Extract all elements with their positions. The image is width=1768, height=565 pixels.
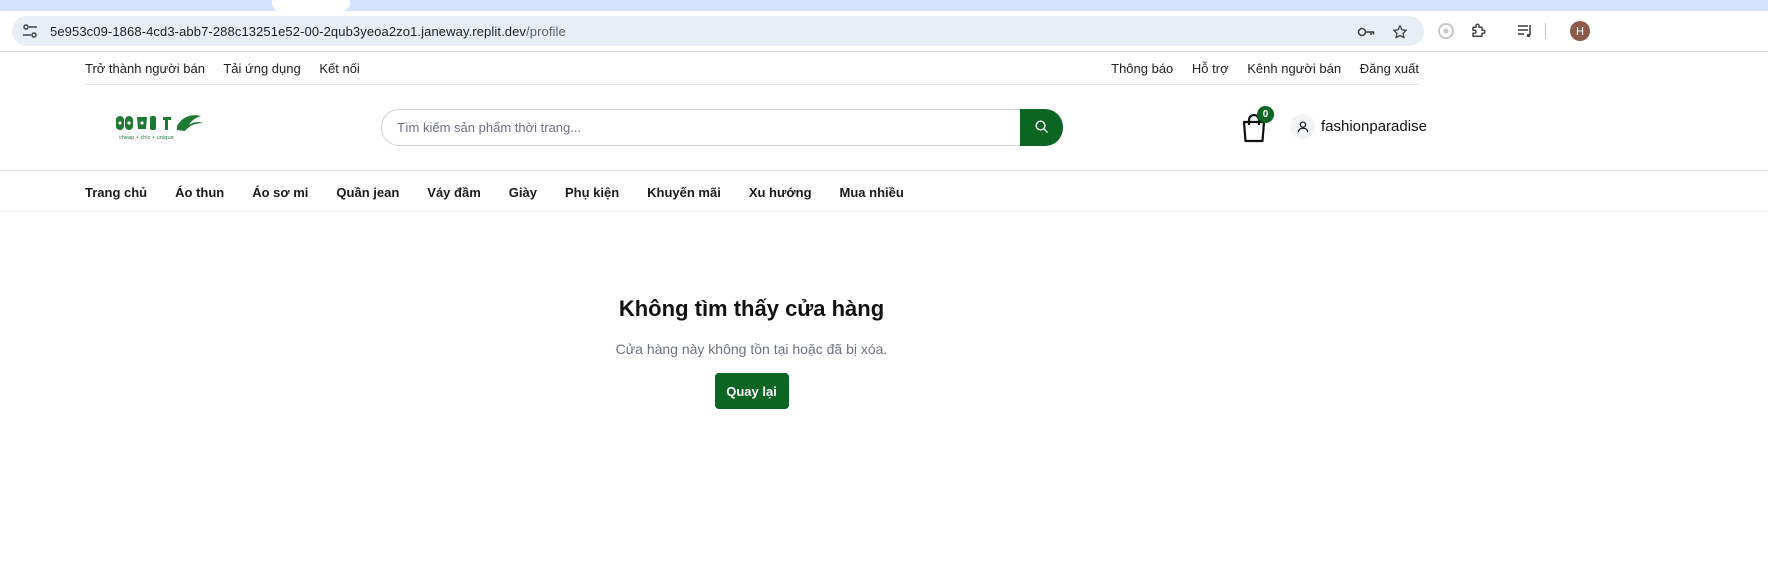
category-nav: Trang chủ Áo thun Áo sơ mi Quần jean Váy… [0, 172, 1768, 212]
nav-item-dresses[interactable]: Váy đầm [427, 185, 480, 200]
store-not-found: Không tìm thấy cửa hàng Cửa hàng này khô… [0, 296, 1503, 409]
nav-item-tshirts[interactable]: Áo thun [175, 185, 224, 200]
toolbar-divider [1545, 23, 1546, 39]
cart-count-badge: 0 [1257, 106, 1274, 123]
support-link[interactable]: Hỗ trợ [1192, 61, 1229, 76]
nav-item-bestsellers[interactable]: Mua nhiều [840, 185, 904, 200]
user-menu[interactable]: fashionparadise [1290, 114, 1427, 139]
tune-icon[interactable] [22, 23, 38, 39]
nav-item-promotions[interactable]: Khuyến mãi [647, 185, 721, 200]
not-found-message: Cửa hàng này không tồn tại hoặc đã bị xó… [615, 341, 888, 357]
key-icon[interactable] [1356, 22, 1376, 42]
nav-item-shoes[interactable]: Giày [509, 185, 537, 200]
nav-item-home[interactable]: Trang chủ [85, 185, 147, 200]
browser-tabstrip [0, 0, 1768, 11]
extension-off-icon[interactable] [1436, 21, 1456, 41]
page-title: Không tìm thấy cửa hàng [618, 296, 885, 321]
username: fashionparadise [1321, 118, 1427, 135]
site-logo[interactable]: cheap • chic • unique [115, 108, 205, 144]
search-icon [1034, 119, 1049, 137]
address-bar[interactable]: 5e953c09-1868-4cd3-abb7-288c13251e52-00-… [12, 16, 1424, 46]
nav-item-accessories[interactable]: Phụ kiện [565, 185, 619, 200]
browser-toolbar: 5e953c09-1868-4cd3-abb7-288c13251e52-00-… [0, 11, 1768, 52]
notifications-link[interactable]: Thông báo [1111, 61, 1173, 76]
seller-channel-link[interactable]: Kênh người bán [1247, 61, 1341, 76]
search-input[interactable] [381, 109, 1020, 146]
media-icon[interactable] [1515, 21, 1535, 41]
url-text: 5e953c09-1868-4cd3-abb7-288c13251e52-00-… [50, 24, 566, 39]
search-bar [381, 109, 1063, 146]
logout-link[interactable]: Đăng xuất [1360, 61, 1419, 76]
logo-tagline: cheap • chic • unique [119, 135, 174, 141]
top-utility-bar: Trở thành người bán Tải ứng dụng Kết nối… [85, 53, 1419, 85]
back-button[interactable]: Quay lại [714, 373, 789, 409]
topbar-left: Trở thành người bán Tải ứng dụng Kết nối [85, 61, 360, 76]
search-button[interactable] [1020, 109, 1063, 146]
nav-item-jeans[interactable]: Quần jean [336, 185, 399, 200]
site-header: cheap • chic • unique 0 fashionparadise [0, 85, 1768, 171]
star-icon[interactable] [1390, 22, 1410, 42]
user-icon [1290, 114, 1315, 139]
url-host: 5e953c09-1868-4cd3-abb7-288c13251e52-00-… [50, 23, 527, 39]
nav-item-trends[interactable]: Xu hướng [749, 185, 812, 200]
profile-avatar[interactable]: H [1570, 21, 1590, 41]
url-path: /profile [526, 23, 566, 39]
cart-button[interactable]: 0 [1241, 106, 1274, 143]
topbar-right: Thông báo Hỗ trợ Kênh người bán Đăng xuấ… [1111, 61, 1419, 76]
become-seller-link[interactable]: Trở thành người bán [85, 61, 205, 76]
puzzle-icon[interactable] [1469, 21, 1489, 41]
active-tab[interactable] [272, 0, 350, 11]
connect-link[interactable]: Kết nối [319, 61, 359, 76]
nav-item-shirts[interactable]: Áo sơ mi [252, 185, 308, 200]
download-app-link[interactable]: Tải ứng dụng [223, 61, 300, 76]
